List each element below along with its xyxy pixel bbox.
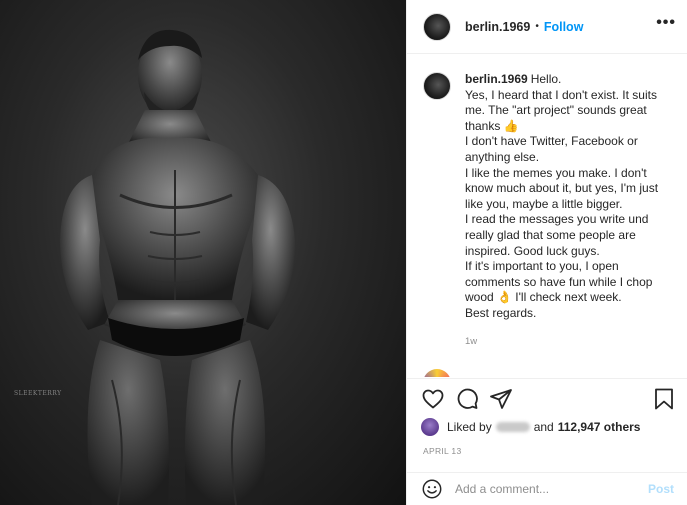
blurred-liker-name[interactable] bbox=[495, 422, 530, 432]
likes-conjunction: and bbox=[533, 420, 554, 434]
header-separator: • bbox=[535, 21, 539, 32]
comment-icon[interactable] bbox=[455, 387, 479, 411]
likes-prefix: Liked by bbox=[447, 420, 492, 434]
caption-line: really glad that some people are bbox=[465, 227, 636, 242]
post-caption: berlin.1969 Hello. Yes, I heard that I do… bbox=[423, 72, 683, 349]
paper-plane-icon[interactable] bbox=[489, 387, 513, 411]
photo-watermark: SLEEKTERRY bbox=[14, 390, 62, 397]
follow-button[interactable]: Follow bbox=[544, 20, 584, 34]
post-side-panel: berlin.1969 • Follow ••• berlin.1969 Hell… bbox=[406, 0, 687, 505]
caption-line: me. The "art project" sounds great bbox=[465, 103, 647, 118]
likes-summary: Liked by and 112,947 others bbox=[421, 418, 640, 436]
caption-avatar[interactable] bbox=[423, 72, 451, 100]
caption-line: know much about it, but yes, I'm just bbox=[465, 181, 659, 196]
caption-line: thanks 👍 bbox=[465, 118, 519, 133]
add-comment-bar: Post bbox=[407, 472, 687, 505]
comment-input[interactable] bbox=[455, 482, 648, 496]
author-avatar[interactable] bbox=[423, 12, 451, 41]
caption-text: Hello. bbox=[530, 72, 562, 86]
caption-line: like you, maybe a little bigger. bbox=[465, 196, 623, 211]
caption-line: comments so have fun while I chop bbox=[465, 274, 653, 289]
smiley-icon[interactable] bbox=[421, 478, 443, 500]
caption-line: inspired. Good luck guys. bbox=[465, 243, 600, 258]
caption-line: Yes, I heard that I don't exist. It suit… bbox=[465, 87, 657, 102]
caption-line: anything else. bbox=[465, 149, 540, 164]
caption-body: berlin.1969 Hello. Yes, I heard that I do… bbox=[465, 72, 675, 349]
post-date[interactable]: APRIL 13 bbox=[423, 446, 461, 456]
likes-count[interactable]: 112,947 others bbox=[558, 420, 641, 434]
caption-line: wood 👌 I'll check next week. bbox=[465, 290, 622, 305]
caption-line: Best regards. bbox=[465, 305, 537, 320]
action-bar bbox=[407, 378, 687, 422]
caption-line: I read the messages you write und bbox=[465, 212, 649, 227]
caption-timestamp[interactable]: 1w bbox=[465, 334, 675, 350]
post-header: berlin.1969 • Follow ••• bbox=[407, 0, 687, 54]
next-comment-avatar bbox=[423, 369, 451, 377]
bookmark-icon[interactable] bbox=[653, 387, 675, 411]
caption-line: I like the memes you make. I don't bbox=[465, 165, 647, 180]
heart-icon[interactable] bbox=[421, 387, 445, 411]
caption-line: If it's important to you, I open bbox=[465, 259, 619, 274]
post-photo[interactable]: SLEEKTERRY bbox=[0, 0, 406, 505]
liker-avatar[interactable] bbox=[421, 418, 439, 436]
bodybuilder-photo bbox=[60, 29, 296, 505]
caption-username[interactable]: berlin.1969 bbox=[465, 72, 528, 86]
post-comment-button[interactable]: Post bbox=[648, 482, 674, 496]
caption-line: berlin.1969 Hello. bbox=[465, 72, 675, 88]
author-username[interactable]: berlin.1969 bbox=[465, 20, 530, 34]
caption-line: I don't have Twitter, Facebook or bbox=[465, 134, 638, 149]
more-options-icon[interactable]: ••• bbox=[656, 14, 676, 32]
